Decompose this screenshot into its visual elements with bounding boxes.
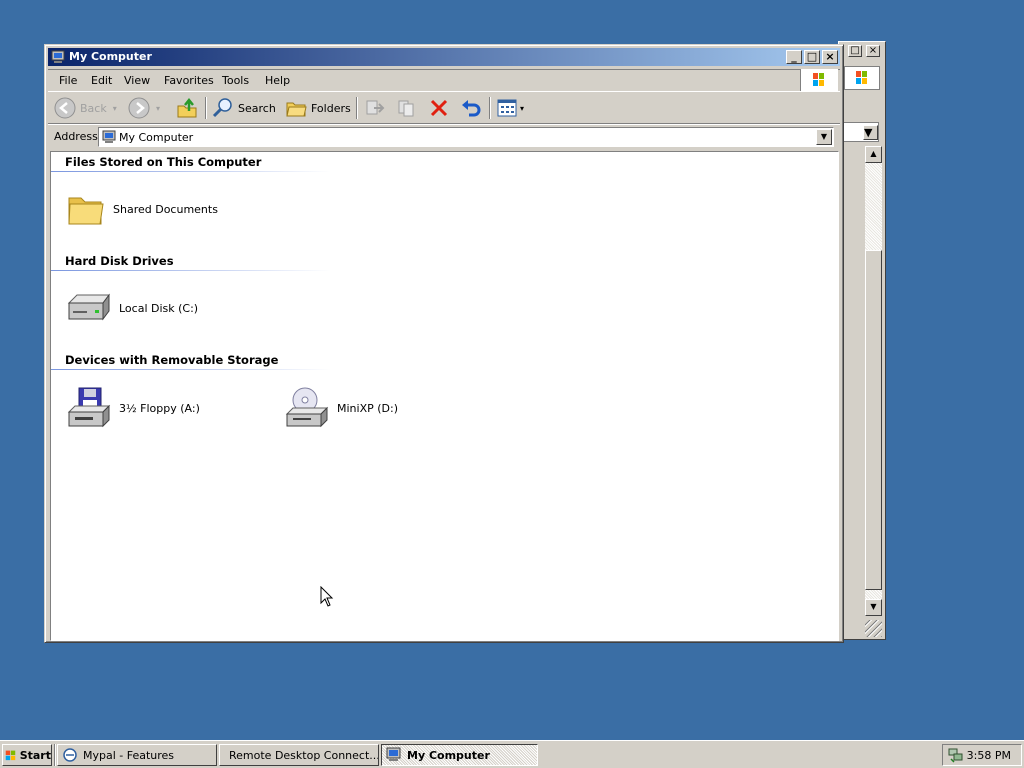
folders-label: Folders	[311, 101, 351, 115]
menu-tools[interactable]: Tools	[222, 74, 249, 87]
menu-help[interactable]: Help	[265, 74, 290, 87]
toolbar-separator	[489, 97, 491, 119]
up-folder-button[interactable]	[176, 96, 198, 120]
menu-favorites[interactable]: Favorites	[164, 74, 214, 87]
toolbar-separator	[205, 97, 207, 119]
item-label: MiniXP (D:)	[337, 401, 398, 415]
vertical-scrollbar[interactable]: ▲ ▼	[865, 146, 882, 616]
network-icon[interactable]	[948, 747, 964, 763]
copy-to-icon	[398, 100, 414, 117]
toolbar-separator	[356, 97, 358, 119]
taskbar: Start Mypal - Features Remote Desktop Co…	[0, 740, 1024, 768]
delete-icon	[430, 99, 448, 117]
menu-edit[interactable]: Edit	[91, 74, 112, 87]
hard-disk-icon	[67, 293, 110, 321]
move-to-icon	[366, 100, 385, 115]
group-divider	[51, 369, 331, 370]
menu-file[interactable]: File	[59, 74, 77, 87]
copy-to-button[interactable]	[396, 96, 418, 120]
delete-button[interactable]	[428, 96, 450, 120]
my-computer-icon	[102, 130, 116, 143]
file-view: Files Stored on This Computer Shared Doc…	[50, 151, 839, 641]
group-divider	[51, 270, 331, 271]
item-label: Local Disk (C:)	[119, 301, 199, 315]
my-computer-window: My Computer _ □ × File Edit View Favorit…	[44, 44, 844, 643]
move-to-button[interactable]	[364, 96, 386, 120]
dropdown-arrow-icon[interactable]: ▼	[816, 129, 832, 145]
views-button[interactable]: ▾	[496, 96, 524, 120]
task-label: My Computer	[407, 748, 490, 762]
back-label: Back	[80, 101, 107, 115]
address-input[interactable]: My Computer ▼	[98, 127, 834, 147]
chevron-down-icon[interactable]: ▾	[113, 104, 117, 113]
system-tray: 3:58 PM	[942, 744, 1022, 766]
my-computer-icon	[51, 50, 65, 63]
windows-logo-icon	[800, 69, 838, 91]
scroll-thumb[interactable]	[865, 250, 882, 590]
windows-logo-icon	[5, 750, 16, 761]
folder-icon	[68, 197, 104, 225]
close-button[interactable]: ×	[866, 45, 880, 57]
background-window[interactable]: □ × ▼ ▲ ▼	[838, 41, 886, 640]
list-item[interactable]: Shared Documents	[65, 188, 218, 230]
mouse-cursor-icon	[320, 586, 334, 607]
address-box[interactable]: ▼	[839, 122, 879, 142]
scroll-down-icon[interactable]: ▼	[865, 599, 882, 616]
close-button[interactable]: ×	[822, 50, 838, 64]
list-item[interactable]: MiniXP (D:)	[283, 386, 398, 430]
window-title: My Computer	[69, 50, 152, 63]
taskbar-separator	[54, 744, 56, 766]
minimize-button[interactable]: _	[786, 50, 802, 64]
forward-button[interactable]: ▾	[128, 96, 160, 120]
floppy-drive-icon	[67, 387, 111, 428]
search-icon	[212, 98, 232, 118]
group-heading: Devices with Removable Storage	[65, 353, 279, 367]
standard-toolbar: Back ▾ ▾ Search Folders ▾	[48, 93, 840, 124]
menu-bar: File Edit View Favorites Tools Help	[48, 69, 840, 92]
up-folder-icon	[177, 97, 197, 118]
list-item[interactable]: Local Disk (C:)	[65, 287, 198, 329]
views-icon	[497, 99, 517, 117]
my-computer-icon	[386, 747, 401, 761]
forward-arrow-icon	[128, 97, 150, 119]
address-bar: Address My Computer ▼	[48, 125, 840, 149]
address-value: My Computer	[119, 131, 194, 144]
folders-button[interactable]: Folders	[285, 96, 351, 120]
task-label: Remote Desktop Connect...	[229, 748, 379, 762]
group-heading: Hard Disk Drives	[65, 254, 174, 268]
undo-button[interactable]	[460, 96, 482, 120]
address-label: Address	[54, 130, 98, 143]
taskbar-button-remote-desktop[interactable]: Remote Desktop Connect...	[219, 744, 379, 766]
browser-icon	[63, 748, 77, 762]
start-button[interactable]: Start	[2, 744, 52, 766]
maximize-button[interactable]: □	[804, 50, 820, 64]
list-item[interactable]: 3½ Floppy (A:)	[65, 386, 200, 430]
back-button[interactable]: Back ▾	[54, 96, 117, 120]
undo-icon	[462, 100, 481, 117]
dropdown-arrow-icon[interactable]: ▼	[863, 125, 878, 140]
title-bar[interactable]: My Computer _ □ ×	[48, 48, 840, 66]
resize-grip[interactable]	[865, 620, 882, 637]
chevron-down-icon[interactable]: ▾	[520, 104, 524, 113]
folders-icon	[286, 102, 307, 117]
start-label: Start	[19, 748, 51, 762]
group-heading: Files Stored on This Computer	[65, 155, 262, 169]
taskbar-button-mypal[interactable]: Mypal - Features	[57, 744, 217, 766]
cd-drive-icon	[285, 387, 329, 428]
back-arrow-icon	[54, 97, 76, 119]
item-label: 3½ Floppy (A:)	[119, 401, 200, 415]
item-label: Shared Documents	[113, 202, 218, 216]
chevron-down-icon[interactable]: ▾	[156, 104, 160, 113]
search-label: Search	[238, 101, 276, 115]
menu-view[interactable]: View	[124, 74, 150, 87]
search-button[interactable]: Search	[212, 96, 276, 120]
taskbar-button-my-computer[interactable]: My Computer	[381, 744, 538, 766]
windows-logo-icon	[844, 66, 880, 90]
group-divider	[51, 171, 331, 172]
task-label: Mypal - Features	[83, 748, 175, 762]
maximize-button[interactable]: □	[848, 45, 862, 57]
scroll-up-icon[interactable]: ▲	[865, 146, 882, 163]
clock[interactable]: 3:58 PM	[967, 749, 1011, 762]
